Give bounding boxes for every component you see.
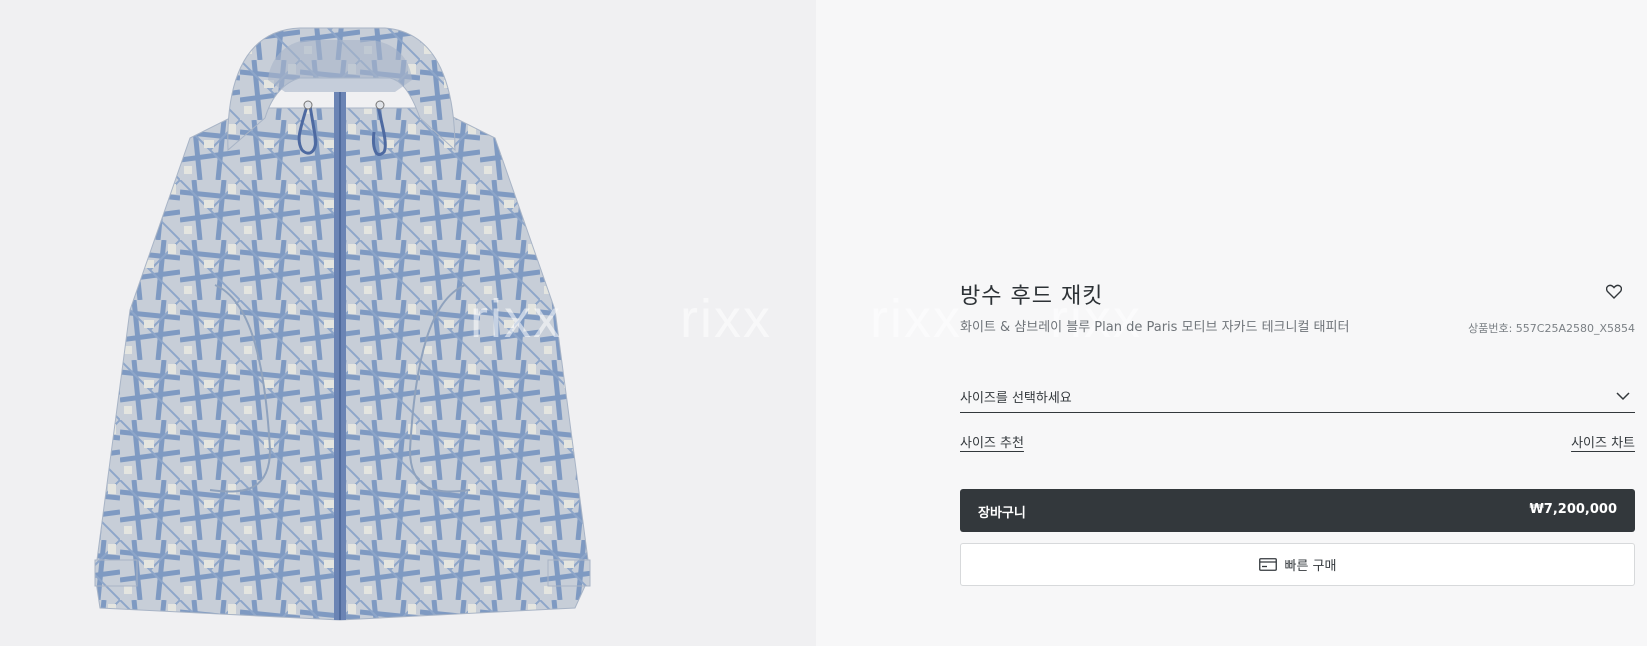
product-sku: 상품번호: 557C25A2580_X5854 <box>1468 322 1635 335</box>
size-links: 사이즈 추천 사이즈 차트 <box>960 432 1635 454</box>
size-dropdown[interactable]: 사이즈를 선택하세요 <box>960 380 1635 413</box>
credit-card-icon <box>1258 558 1277 571</box>
add-to-cart-button[interactable]: 장바구니 ₩7,200,000 <box>960 489 1635 532</box>
size-dropdown-placeholder: 사이즈를 선택하세요 <box>960 391 1072 406</box>
chevron-down-icon <box>1616 392 1630 401</box>
product-image <box>94 27 591 621</box>
size-recommend-link[interactable]: 사이즈 추천 <box>960 432 1024 451</box>
quick-buy-label: 빠른 구매 <box>1284 559 1337 574</box>
wishlist-button[interactable] <box>1605 282 1623 300</box>
cart-button-label: 장바구니 <box>978 506 1026 521</box>
watermark-text: rixx <box>870 289 962 349</box>
product-image-panel[interactable] <box>0 0 816 646</box>
size-chart-link[interactable]: 사이즈 차트 <box>1571 432 1635 451</box>
heart-icon <box>1606 284 1622 299</box>
product-subtitle: 화이트 & 샴브레이 블루 Plan de Paris 모티브 자카드 테크니컬… <box>960 320 1350 335</box>
quick-buy-button[interactable]: 빠른 구매 <box>960 543 1635 586</box>
cart-button-price: ₩7,200,000 <box>1529 502 1617 517</box>
product-title: 방수 후드 재킷 <box>960 284 1104 309</box>
product-details: 방수 후드 재킷 화이트 & 샴브레이 블루 Plan de Paris 모티브… <box>960 0 1635 646</box>
